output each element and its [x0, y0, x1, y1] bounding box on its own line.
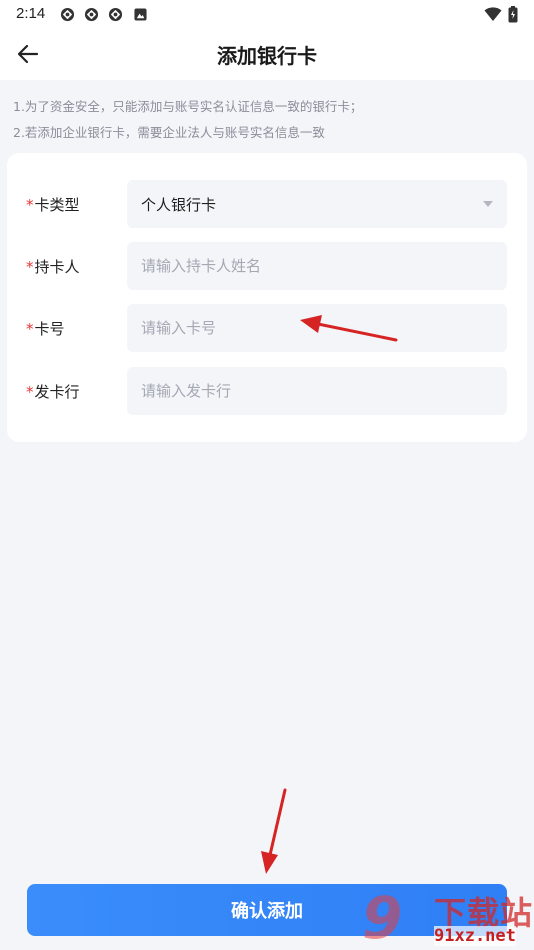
card-type-select[interactable]: 个人银行卡	[127, 180, 507, 228]
card-number-label: *卡号	[26, 320, 65, 338]
required-mark: *	[26, 320, 34, 338]
card-type-label: *卡类型	[26, 196, 80, 214]
card-number-field[interactable]	[127, 304, 507, 352]
card-type-value: 个人银行卡	[141, 195, 217, 214]
card-number-input[interactable]	[141, 319, 481, 337]
app-notify-icon	[108, 7, 123, 22]
nav-bar: 添加银行卡	[0, 28, 534, 80]
bank-field[interactable]	[127, 367, 507, 415]
chevron-down-icon	[483, 201, 493, 207]
bank-card-form: *卡类型 个人银行卡 *持卡人 *卡号 *发卡行	[7, 153, 527, 442]
photo-notify-icon	[134, 8, 147, 21]
required-mark: *	[26, 383, 34, 401]
wifi-icon	[484, 7, 502, 21]
watermark-logo: 9 下载站 91xz.net	[362, 884, 534, 950]
card-number-row: *卡号	[7, 304, 527, 352]
required-mark: *	[26, 258, 34, 276]
card-type-row: *卡类型 个人银行卡	[7, 180, 527, 228]
required-mark: *	[26, 196, 34, 214]
bank-label: *发卡行	[26, 383, 80, 401]
holder-label: *持卡人	[26, 258, 80, 276]
bank-input[interactable]	[141, 382, 481, 400]
holder-input[interactable]	[141, 257, 481, 275]
notice-line-1: 1.为了资金安全，只能添加与账号实名认证信息一致的银行卡；	[13, 99, 363, 114]
battery-icon	[508, 6, 518, 23]
holder-field[interactable]	[127, 242, 507, 290]
watermark-url: 91xz.net	[434, 926, 516, 946]
notice-line-2: 2.若添加企业银行卡，需要企业法人与账号实名信息一致	[13, 125, 325, 140]
app-notify-icon	[60, 7, 75, 22]
bank-row: *发卡行	[7, 367, 527, 415]
page-title: 添加银行卡	[217, 44, 317, 68]
status-time: 2:14	[16, 5, 46, 22]
notice-text: 1.为了资金安全，只能添加与账号实名认证信息一致的银行卡； 2.若添加企业银行卡…	[13, 94, 513, 146]
app-notify-icon	[84, 7, 99, 22]
status-bar: 2:14	[0, 0, 534, 28]
holder-row: *持卡人	[7, 242, 527, 290]
watermark-digit: 9	[362, 884, 403, 950]
annotation-arrow	[261, 788, 287, 874]
